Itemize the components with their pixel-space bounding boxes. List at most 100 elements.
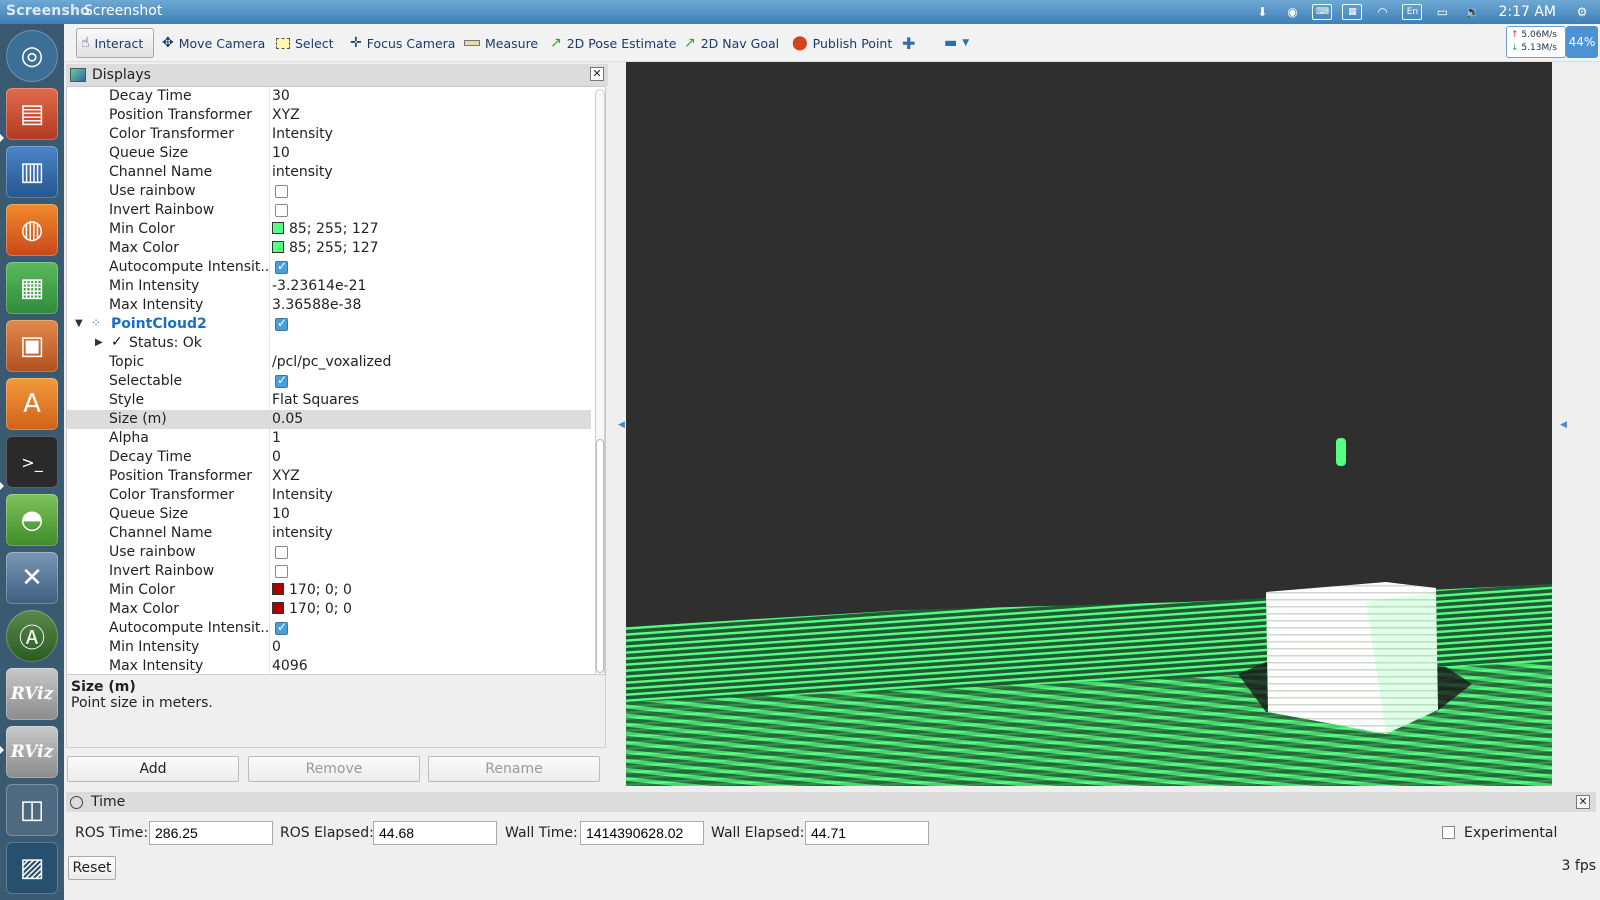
workspace-switcher-icon[interactable]: ▨ [6,842,58,894]
property-row[interactable]: Position Transformer XYZ [67,467,591,486]
property-row[interactable]: Use rainbow [67,182,591,201]
autocompute-intensity-checkbox[interactable] [275,259,288,274]
property-row[interactable]: Selectable [67,372,591,391]
property-row-selected[interactable]: Size (m) 0.05 [67,410,591,429]
property-row[interactable]: Position Transformer XYZ [67,106,591,125]
property-row[interactable]: Invert Rainbow [67,201,591,220]
ros-elapsed-field[interactable] [373,821,497,845]
color-value[interactable]: 170; 0; 0 [272,582,352,598]
property-row[interactable]: Max Color 85; 255; 127 [67,239,591,258]
property-row[interactable]: Queue Size 10 [67,505,591,524]
calc-icon[interactable]: ▦ [6,262,58,314]
property-row[interactable]: Queue Size 10 [67,144,591,163]
download-icon[interactable]: ⬇ [1252,4,1272,20]
property-value[interactable]: 10 [272,145,290,161]
color-value[interactable]: 85; 255; 127 [272,240,379,256]
property-row[interactable]: Topic/pcl/pc_voxalized [67,353,591,372]
files-icon[interactable]: ▤ [6,88,58,140]
experimental-checkbox[interactable] [1442,826,1455,839]
writer-icon[interactable]: ▥ [6,146,58,198]
tool-select[interactable]: Select [272,28,338,58]
property-value[interactable]: 10 [272,506,290,522]
rename-button[interactable]: Rename [428,756,600,782]
property-value[interactable]: 0.05 [272,411,303,427]
reset-button[interactable]: Reset [68,856,116,880]
impress-icon[interactable]: ▣ [6,320,58,372]
invert-rainbow-checkbox[interactable] [275,204,288,217]
property-row[interactable]: Max Intensity 3.36588e-38 [67,296,591,315]
selectable-checkbox[interactable] [275,373,288,388]
volume-icon[interactable]: 🔉 [1462,4,1482,20]
remove-button[interactable]: Remove [248,756,420,782]
property-value[interactable]: Flat Squares [272,392,359,408]
property-value[interactable]: 1 [272,430,281,446]
ros-time-field[interactable] [149,821,273,845]
expand-arrow-icon[interactable]: ▶ [95,337,103,348]
tool-measure[interactable]: Measure [460,28,542,58]
property-value[interactable]: intensity [272,525,333,541]
clock[interactable]: 2:17 AM [1498,4,1556,20]
use-rainbow-checkbox[interactable] [275,546,288,559]
property-row[interactable]: Min Color 170; 0; 0 [67,581,591,600]
software-center-icon[interactable]: A [6,378,58,430]
property-row[interactable]: Min Color 85; 255; 127 [67,220,591,239]
property-row[interactable]: Use rainbow [67,543,591,562]
property-scrollbar[interactable] [595,89,605,681]
color-value[interactable]: 85; 255; 127 [272,221,379,237]
tool-move-camera[interactable]: ✥ Move Camera [158,28,269,58]
add-button[interactable]: Add [67,756,239,782]
add-tool-button[interactable]: ✚ [898,28,919,58]
property-value[interactable]: Intensity [272,126,333,142]
property-value[interactable]: 4096 [272,658,308,674]
tool-focus-camera[interactable]: ✛ Focus Camera [346,28,459,58]
property-tree[interactable]: Decay Time 30 Position Transformer XYZ Col… [66,86,606,684]
tool-2d-nav-goal[interactable]: ↗ 2D Nav Goal [680,28,783,58]
remote-desktop-icon[interactable]: ◓ [6,494,58,546]
use-rainbow-checkbox[interactable] [275,185,288,198]
firefox-icon[interactable]: ◍ [6,204,58,256]
keyboard-icon[interactable]: ⌨ [1312,4,1333,20]
property-value[interactable]: 0 [272,639,281,655]
status-row[interactable]: ▶ ✓ Status: Ok [67,334,591,353]
wifi-icon[interactable]: ◠ [1372,4,1392,20]
autocompute-intensity-checkbox[interactable] [275,620,288,635]
property-value[interactable]: Intensity [272,487,333,503]
property-value[interactable]: 3.36588e-38 [272,297,361,313]
property-row[interactable]: Invert Rainbow [67,562,591,581]
remove-tool-button[interactable]: ▬ ▼ [940,28,973,58]
property-row[interactable]: Autocompute Intensit... [67,619,591,638]
keyboard-layout[interactable]: En [1402,4,1423,20]
invert-rainbow-checkbox[interactable] [275,565,288,578]
property-value[interactable]: XYZ [272,468,300,484]
property-value[interactable]: intensity [272,164,333,180]
property-value[interactable]: -3.23614e-21 [272,278,366,294]
property-row[interactable]: Min Intensity -3.23614e-21 [67,277,591,296]
collapse-right-icon[interactable]: ◀ [1560,420,1567,430]
wall-elapsed-field[interactable] [805,821,929,845]
property-row[interactable]: Max Color 170; 0; 0 [67,600,591,619]
collapse-arrow-icon[interactable]: ▼ [75,318,83,329]
system-settings-icon[interactable]: ✕ [6,552,58,604]
rviz-icon[interactable]: RViz [6,668,58,720]
battery-icon[interactable]: ▭ [1432,4,1452,20]
update-icon[interactable]: ◉ [1282,4,1302,20]
collapse-left-icon[interactable]: ◀ [618,420,625,430]
property-value[interactable]: 30 [272,88,290,104]
property-value[interactable]: 0 [272,449,281,465]
tool-2d-pose-estimate[interactable]: ↗ 2D Pose Estimate [546,28,680,58]
property-row[interactable]: Decay Time 30 [67,87,591,106]
gear-icon[interactable]: ⚙ [1572,4,1592,20]
display-enabled-checkbox[interactable] [275,316,288,331]
property-row[interactable]: Autocompute Intensit... [67,258,591,277]
property-row[interactable]: Min Intensity 0 [67,638,591,657]
property-row[interactable]: Channel Name intensity [67,163,591,182]
close-icon[interactable]: ✕ [1576,795,1590,809]
wall-time-field[interactable] [580,821,704,845]
display-pointcloud2[interactable]: ▼ ⁘ PointCloud2 [67,315,591,334]
tool-interact[interactable]: ☝ Interact [76,28,154,58]
property-row[interactable]: Channel Name intensity [67,524,591,543]
rviz-icon[interactable]: RViz [6,726,58,778]
property-row[interactable]: Style Flat Squares [67,391,591,410]
property-row[interactable]: Alpha 1 [67,429,591,448]
tool-publish-point[interactable]: ⬤ Publish Point [788,28,896,58]
